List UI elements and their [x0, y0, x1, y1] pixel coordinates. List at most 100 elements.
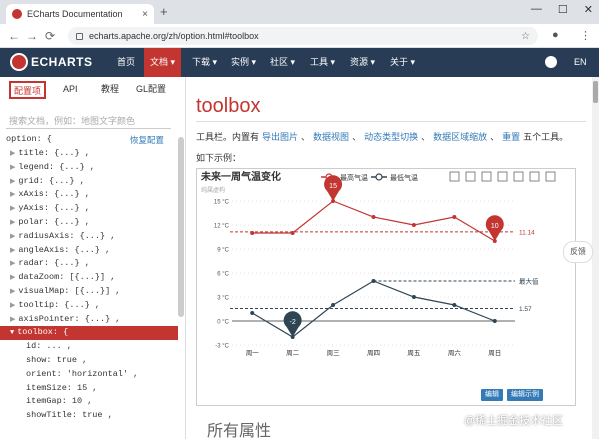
desc-prefix: 工具栏。内置有	[196, 132, 260, 142]
option-sidebar: 配置项 API 教程 GL配置 搜索文档，例如：地图文字颜色 option: {…	[0, 77, 186, 439]
tree-item[interactable]: ▶ dataZoom: [{...}] ,	[0, 271, 178, 285]
sidebar-tabs: 配置项 API 教程 GL配置	[0, 81, 186, 99]
y-tick-label: 12 °C	[214, 224, 230, 230]
account-icon[interactable]: ●	[552, 29, 559, 41]
tab-close-icon[interactable]: ×	[142, 9, 148, 20]
tab-option[interactable]: 配置项	[9, 81, 47, 99]
tree-item[interactable]: ▶ yAxis: {...} ,	[0, 202, 178, 216]
tree-item[interactable]: itemSize: 15 ,	[0, 382, 178, 396]
tab-api[interactable]: API	[60, 81, 81, 99]
echarts-logo[interactable]: ECHARTS	[10, 53, 93, 71]
tree-item[interactable]: ▶ title: {...} ,	[0, 147, 178, 161]
nav-item-about[interactable]: 关于 ▾	[384, 48, 421, 77]
collapsed-caret-icon: ▶	[10, 177, 16, 186]
link-save-as-image[interactable]: 导出图片	[262, 132, 298, 142]
y-tick-label: -3 °C	[215, 344, 229, 350]
desc-suffix: 五个工具。	[523, 132, 569, 142]
series-point	[250, 231, 255, 235]
tree-item[interactable]: id: ... ,	[0, 340, 178, 354]
tree-item[interactable]: ▶ radiusAxis: {...} ,	[0, 230, 178, 244]
x-tick-label: 周三	[327, 349, 341, 357]
collapsed-caret-icon: ▶	[10, 274, 16, 283]
series-point	[331, 303, 336, 307]
address-bar: ← → ⟳ echarts.apache.org/zh/option.html#…	[0, 24, 599, 48]
collapsed-caret-icon: ▶	[10, 315, 16, 324]
nav-item-download[interactable]: 下载 ▾	[186, 48, 223, 77]
y-tick-label: 15 °C	[214, 200, 230, 206]
tree-item-label: title: {...} ,	[18, 148, 90, 158]
collapsed-caret-icon: ▶	[10, 191, 16, 200]
sidebar-scrollbar[interactable]	[178, 137, 184, 317]
link-magic-type[interactable]: 动态类型切换	[364, 132, 418, 142]
x-tick-label: 周一	[246, 349, 260, 357]
github-icon[interactable]	[545, 56, 557, 68]
tree-item-selected[interactable]: ▼ toolbox: {	[0, 326, 178, 341]
forward-button[interactable]: →	[26, 29, 38, 43]
nav-item-examples[interactable]: 实例 ▾	[225, 48, 262, 77]
series-point	[290, 231, 295, 235]
logo-text: ECHARTS	[31, 55, 93, 69]
bookmark-star-icon[interactable]: ☆	[521, 31, 530, 42]
reload-button[interactable]: ⟳	[45, 29, 55, 43]
main-scrollbar-thumb[interactable]	[593, 81, 598, 103]
feedback-button[interactable]: 反馈	[563, 241, 593, 263]
tree-item[interactable]: ▶ xAxis: {...} ,	[0, 188, 178, 202]
close-window-button[interactable]: ✕	[584, 3, 593, 16]
tree-item[interactable]: ▶ radar: {...} ,	[0, 257, 178, 271]
lock-icon	[76, 32, 83, 40]
chart-title: 未来一周气温变化	[200, 170, 281, 183]
tree-item-label: angleAxis: {...} ,	[18, 244, 111, 255]
tree-item-label: radiusAxis: {...} ,	[18, 230, 116, 241]
nav-item-docs[interactable]: 文档 ▾	[144, 48, 182, 77]
tree-item[interactable]: orient: 'horizontal' ,	[0, 368, 178, 382]
browser-menu-icon[interactable]: ⋮	[580, 29, 591, 42]
new-tab-button[interactable]: +	[160, 4, 168, 19]
tree-item[interactable]: ▶ legend: {...} ,	[0, 161, 178, 175]
minimize-button[interactable]: —	[531, 3, 542, 16]
nav-item-resources[interactable]: 资源 ▾	[344, 48, 381, 77]
section-title-all-properties: 所有属性	[207, 423, 272, 439]
maximize-button[interactable]: ☐	[558, 3, 568, 16]
tree-item-label: id: ... ,	[26, 341, 72, 352]
link-restore[interactable]: 重置	[502, 132, 520, 142]
tree-item-label: showTitle: true ,	[26, 410, 113, 421]
tree-item[interactable]: show: true ,	[0, 354, 178, 368]
tab-gl-option[interactable]: GL配置	[133, 81, 169, 99]
y-tick-label: 9 °C	[217, 248, 229, 254]
tree-item[interactable]: ▶ angleAxis: {...} ,	[0, 244, 178, 258]
chart-edit-button[interactable]: 编辑	[481, 389, 503, 401]
back-button[interactable]: ←	[8, 29, 20, 43]
main-scrollbar[interactable]	[592, 77, 599, 439]
example-chart[interactable]: 未来一周气温变化 纯属虚构 最高气温 最低气温 15 °C 12 °C 9 °C 6 °C 3 …	[196, 168, 576, 406]
collapsed-caret-icon: ▶	[10, 301, 16, 310]
link-data-view[interactable]: 数据视图	[313, 132, 349, 142]
tree-item[interactable]: ▶ polar: {...} ,	[0, 216, 178, 230]
browser-tab[interactable]: ECharts Documentation ×	[6, 4, 154, 24]
mark-point-max-high-label: 15	[329, 183, 337, 190]
tree-item[interactable]: ▶ tooltip: {...} ,	[0, 299, 178, 313]
tree-item-label: yAxis: {...} ,	[18, 203, 90, 214]
tree-item[interactable]: ▶ axisPointer: {...} ,	[0, 313, 178, 327]
nav-item-home[interactable]: 首页	[111, 48, 141, 77]
language-switch[interactable]: EN	[574, 57, 587, 67]
tree-item[interactable]: showTitle: true ,	[0, 409, 178, 423]
x-tick-label: 周四	[367, 349, 380, 357]
url-text: echarts.apache.org/zh/option.html#toolbo…	[89, 31, 259, 41]
tree-item[interactable]: itemGap: 10 ,	[0, 395, 178, 409]
data-view-icon	[481, 171, 492, 182]
tab-tutorial[interactable]: 教程	[98, 81, 122, 99]
tree-item[interactable]: ▶ grid: {...} ,	[0, 175, 178, 189]
legend-label: 最高气温	[340, 173, 368, 182]
site-nav: ECHARTS 首页 文档 ▾ 下载 ▾ 实例 ▾ 社区 ▾ 工具 ▾ 资源 ▾…	[0, 48, 599, 77]
tree-item-label: xAxis: {...} ,	[18, 189, 90, 200]
url-input[interactable]: echarts.apache.org/zh/option.html#toolbo…	[68, 27, 538, 45]
chart-edit-example-button[interactable]: 编辑示例	[507, 389, 543, 401]
doc-search-input[interactable]: 搜索文档，例如：地图文字颜色	[6, 113, 171, 129]
nav-item-community[interactable]: 社区 ▾	[264, 48, 301, 77]
option-tree: ▶ title: {...} , ▶ legend: {...} , ▶ grid: {.…	[0, 147, 178, 423]
nav-item-tools[interactable]: 工具 ▾	[304, 48, 341, 77]
reset-option-link[interactable]: 恢复配置	[130, 134, 164, 146]
link-data-zoom[interactable]: 数据区域缩放	[433, 132, 487, 142]
page-title: toolbox	[196, 95, 261, 117]
tree-item[interactable]: ▶ visualMap: [{...}] ,	[0, 285, 178, 299]
